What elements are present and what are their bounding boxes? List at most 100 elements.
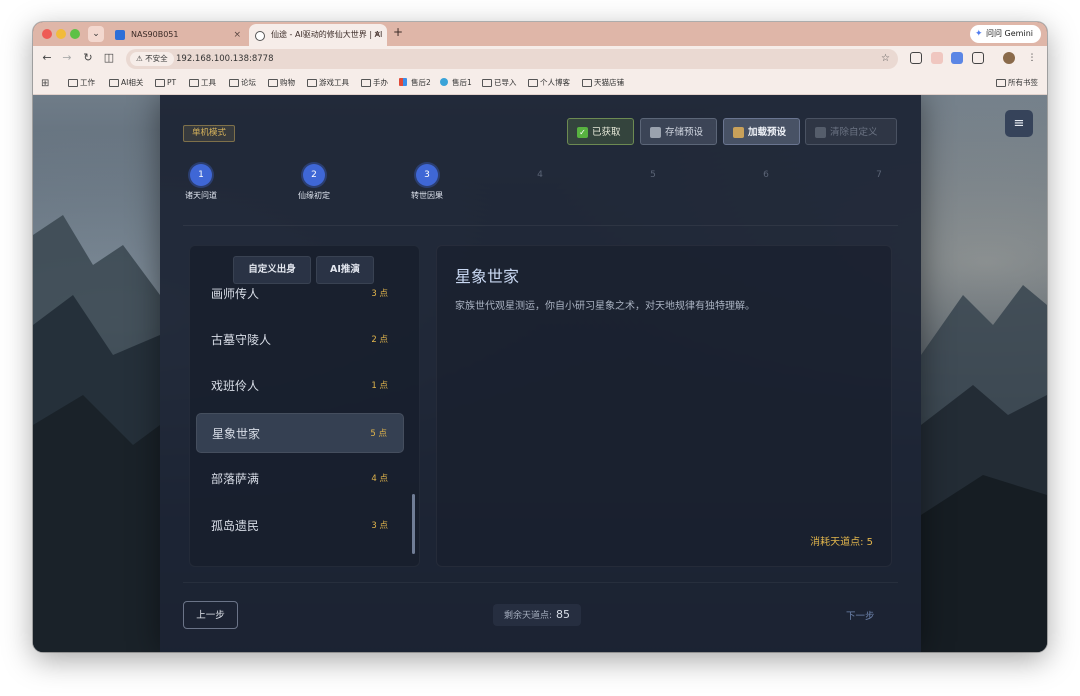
globe-favicon-icon — [255, 31, 265, 41]
step-4: 4 — [500, 164, 580, 190]
menu-icon[interactable]: ≡ — [1005, 110, 1033, 137]
clear-custom-button[interactable]: 清除自定义 — [805, 118, 897, 145]
mode-badge: 单机模式 — [183, 125, 236, 142]
tab-title: 仙途 - AI驱动的修仙大世界 | AI — [271, 30, 383, 39]
browser-toolbar: ← → ↻ ◫ ⚠ 不安全 192.168.100.138:8778 ☆ ⋮ — [33, 46, 1047, 72]
browser-menu-icon[interactable]: ⋮ — [1026, 52, 1038, 64]
bookmark-folder[interactable]: 购物 — [268, 72, 295, 94]
bookmark-folder[interactable]: 游戏工具 — [307, 72, 349, 94]
divider — [183, 582, 898, 583]
extension-icon[interactable] — [931, 52, 943, 64]
new-tab-button[interactable]: + — [393, 25, 403, 39]
bookmark-folder[interactable]: 已导入 — [482, 72, 517, 94]
step-label: 仙缘初定 — [298, 191, 330, 200]
all-bookmarks-folder[interactable]: 所有书签 — [996, 72, 1038, 94]
bookmark-folder[interactable]: 天猫店铺 — [582, 72, 624, 94]
origin-option[interactable]: 孤岛遗民 3 点 — [196, 506, 404, 546]
minimize-window-button[interactable] — [56, 29, 66, 39]
gemini-button[interactable]: ✦ 问问 Gemini — [970, 25, 1041, 43]
origin-option[interactable]: 部落萨满 4 点 — [196, 459, 404, 499]
step-2[interactable]: 2 仙缘初定 — [274, 164, 354, 201]
step-6: 6 — [726, 164, 806, 190]
extension-icon[interactable] — [910, 52, 922, 64]
apps-grid-icon[interactable]: ⊞ — [41, 78, 49, 89]
bookmark-link[interactable]: 售后1 — [440, 72, 472, 94]
extension-icon[interactable] — [951, 52, 963, 64]
step-1[interactable]: 1 诸天问道 — [161, 164, 241, 201]
origin-cost: 2 点 — [371, 335, 388, 345]
bookmark-folder[interactable]: 工具 — [189, 72, 216, 94]
nas-favicon-icon — [115, 30, 125, 40]
remaining-value: 85 — [556, 608, 571, 621]
bookmark-folder[interactable]: AI相关 — [109, 72, 143, 94]
security-label: 不安全 — [145, 54, 168, 63]
zoom-window-button[interactable] — [70, 29, 80, 39]
detail-title: 星象世家 — [455, 267, 520, 286]
origin-cost: 5 点 — [370, 429, 387, 439]
origin-name: 戏班伶人 — [211, 379, 260, 393]
trash-icon — [815, 127, 826, 138]
acquired-label: 已获取 — [592, 127, 621, 138]
reload-icon[interactable]: ↻ — [80, 51, 96, 64]
tab-search-button[interactable]: ⌄ — [88, 26, 104, 42]
origin-option[interactable]: 古墓守陵人 2 点 — [196, 320, 404, 360]
step-5: 5 — [613, 164, 693, 190]
security-indicator[interactable]: ⚠ 不安全 — [130, 52, 174, 66]
browser-window: ⌄ NAS90B051 × 仙途 - AI驱动的修仙大世界 | AI × + ✦… — [33, 22, 1047, 652]
origin-name: 古墓守陵人 — [211, 333, 272, 347]
profile-avatar[interactable] — [1003, 52, 1015, 64]
detail-description: 家族世代观星测运，你自小研习星象之术，对天地规律有独特理解。 — [455, 301, 755, 312]
origin-cost: 3 点 — [371, 521, 388, 531]
address-bar[interactable]: ⚠ 不安全 192.168.100.138:8778 ☆ — [126, 49, 898, 69]
tab-close-icon[interactable]: × — [373, 24, 381, 46]
side-panel-icon[interactable]: ◫ — [101, 51, 117, 64]
tab-strip: ⌄ NAS90B051 × 仙途 - AI驱动的修仙大世界 | AI × + ✦… — [33, 22, 1047, 46]
close-window-button[interactable] — [42, 29, 52, 39]
custom-origin-tab[interactable]: 自定义出身 — [233, 256, 311, 284]
step-label: 转世因果 — [411, 191, 443, 200]
step-number: 5 — [650, 170, 656, 180]
origin-detail-card: 星象世家 家族世代观星测运，你自小研习星象之术，对天地规律有独特理解。 消耗天道… — [436, 245, 892, 567]
step-number: 6 — [763, 170, 769, 180]
extensions-puzzle-icon[interactable] — [972, 52, 984, 64]
step-number: 2 — [303, 164, 325, 186]
acquired-button[interactable]: ✓ 已获取 — [567, 118, 634, 145]
browser-tab-active[interactable]: 仙途 - AI驱动的修仙大世界 | AI × — [249, 24, 387, 46]
character-creation-panel: 单机模式 ✓ 已获取 存储预设 加载预设 清除自定义 1 诸天问道 2 仙缘初定… — [160, 95, 921, 652]
load-preset-button[interactable]: 加载预设 — [723, 118, 800, 145]
bookmark-folder[interactable]: PT — [155, 72, 176, 94]
gemini-sparkle-icon: ✦ — [975, 29, 983, 39]
url-text[interactable]: 192.168.100.138:8778 — [176, 49, 274, 69]
bookmark-folder[interactable]: 个人博客 — [528, 72, 570, 94]
bookmark-folder[interactable]: 论坛 — [229, 72, 256, 94]
bookmarks-bar: ⊞ 工作 AI相关 PT 工具 论坛 购物 游戏工具 手办 售后2 售后1 已导… — [33, 72, 1047, 95]
prev-step-button[interactable]: 上一步 — [183, 601, 238, 629]
next-step-button[interactable]: 下一步 — [846, 608, 875, 622]
save-preset-label: 存储预设 — [665, 127, 704, 138]
folder-open-icon — [733, 127, 744, 138]
browser-tab[interactable]: NAS90B051 × — [109, 24, 247, 46]
forward-icon[interactable]: → — [59, 51, 75, 64]
save-disk-icon — [650, 127, 661, 138]
tab-close-icon[interactable]: × — [233, 24, 241, 46]
bookmark-star-icon[interactable]: ☆ — [881, 49, 890, 69]
detail-cost: 消耗天道点: 5 — [810, 537, 873, 548]
step-number: 7 — [876, 170, 882, 180]
step-3[interactable]: 3 转世因果 — [387, 164, 467, 201]
origin-name: 星象世家 — [212, 427, 261, 441]
bookmark-folder[interactable]: 工作 — [68, 72, 95, 94]
origin-name: 孤岛遗民 — [211, 519, 260, 533]
list-scrollbar[interactable] — [412, 494, 415, 554]
save-preset-button[interactable]: 存储预设 — [640, 118, 717, 145]
back-icon[interactable]: ← — [39, 51, 55, 64]
divider — [183, 225, 898, 226]
step-label: 诸天问道 — [185, 191, 217, 200]
ai-deduce-tab[interactable]: AI推演 — [316, 256, 374, 284]
bookmark-link[interactable]: 售后2 — [399, 72, 431, 94]
origin-option[interactable]: 戏班伶人 1 点 — [196, 366, 404, 406]
tab-title: NAS90B051 — [131, 30, 179, 39]
bookmark-folder[interactable]: 手办 — [361, 72, 388, 94]
clear-custom-label: 清除自定义 — [830, 127, 878, 138]
remaining-label: 剩余天道点: — [504, 611, 553, 621]
origin-option-selected[interactable]: 星象世家 5 点 — [196, 413, 404, 453]
